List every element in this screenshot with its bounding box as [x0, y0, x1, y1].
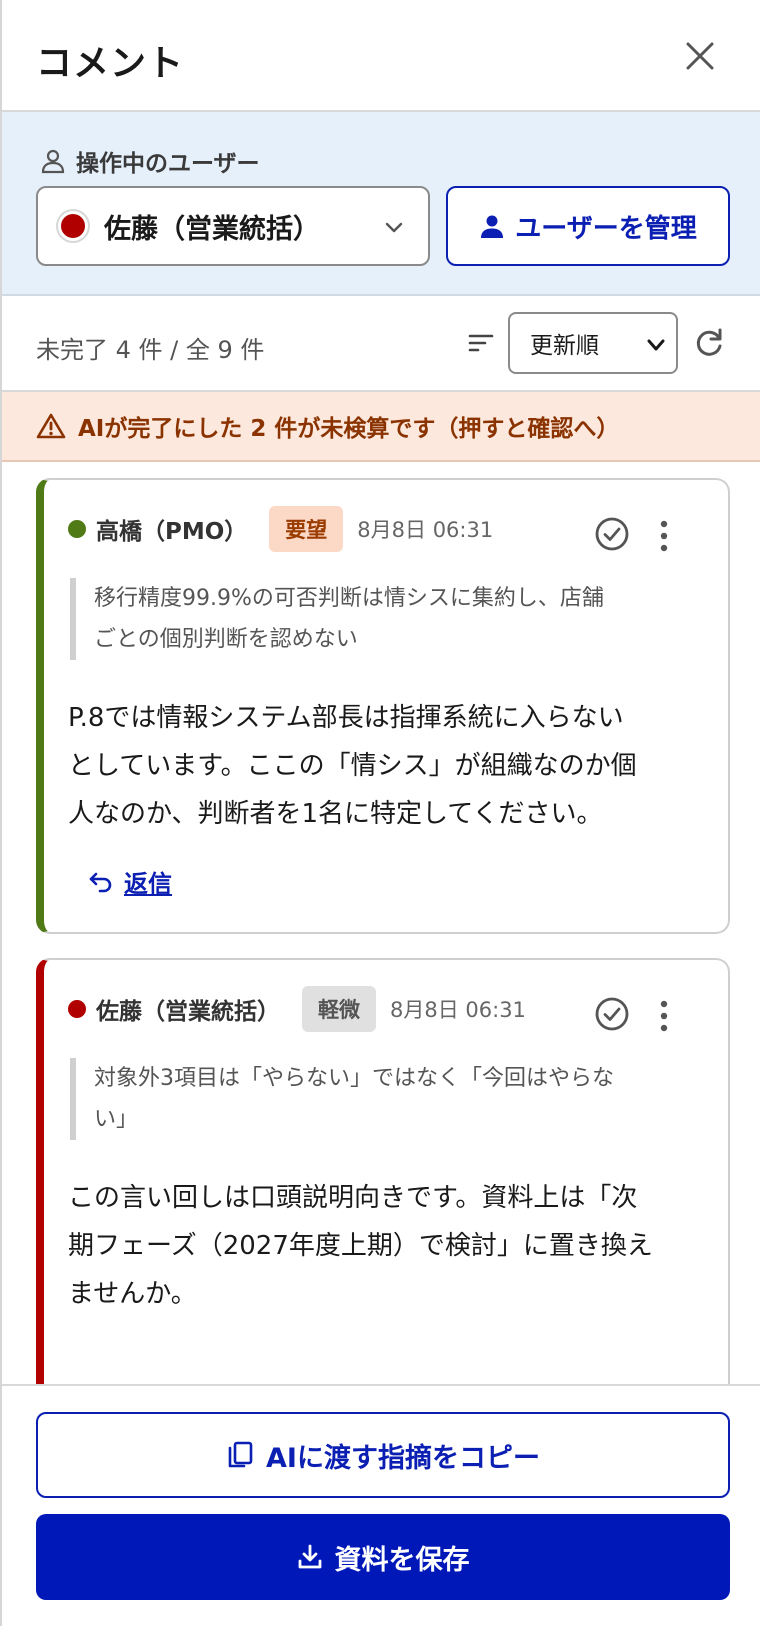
- more-vertical-icon[interactable]: [654, 518, 674, 554]
- person-outline-icon: [41, 149, 65, 174]
- comment-tag: 軽微: [302, 986, 376, 1032]
- sort-select[interactable]: 更新順: [508, 312, 678, 374]
- reply-label: 返信: [124, 870, 172, 898]
- comment-panel: コメント 操作中のユーザー 佐藤（営業統括） ユーザーを管理 未完了 4 件 /…: [0, 0, 760, 1626]
- comment-author: 高橋（PMO）: [96, 519, 248, 545]
- save-document-button[interactable]: 資料を保存: [36, 1514, 730, 1600]
- comment-quote: 移行精度99.9%の可否判断は情シスに集約し、店舗 ごとの個別判断を認めない: [70, 578, 690, 660]
- panel-header: コメント: [2, 0, 760, 112]
- comment-time: 8月8日 06:31: [390, 998, 526, 1022]
- current-user-bar: 操作中のユーザー 佐藤（営業統括） ユーザーを管理: [2, 112, 760, 296]
- quote-line: 移行精度99.9%の可否判断は情シスに集約し、店舗: [94, 586, 604, 611]
- author-color-dot: [68, 1000, 86, 1018]
- reply-icon: [89, 872, 112, 892]
- warning-text: AIが完了にした 2 件が未検算です（押すと確認へ）: [78, 416, 620, 442]
- body-line: P.8では情報システム部長は指揮系統に入らない: [68, 703, 624, 733]
- filter-bar: 未完了 4 件 / 全 9 件 更新順: [2, 296, 760, 392]
- comment-card: 高橋（PMO） 要望 8月8日 06:31 移行精度99.9%の可否判断は情シス…: [36, 478, 730, 934]
- copy-ai-feedback-button[interactable]: AIに渡す指摘をコピー: [36, 1412, 730, 1498]
- reply-button[interactable]: 返信: [88, 864, 172, 899]
- more-vertical-icon[interactable]: [654, 998, 674, 1034]
- comment-card: 佐藤（営業統括） 軽微 8月8日 06:31 対象外3項目は「やらない」ではなく…: [36, 958, 730, 1384]
- person-icon: [481, 215, 504, 238]
- chevron-down-icon: [647, 339, 665, 351]
- quote-line: ごとの個別判断を認めない: [94, 627, 358, 652]
- manage-users-label: ユーザーを管理: [515, 213, 697, 244]
- check-circle-icon[interactable]: [594, 516, 630, 552]
- comment-time: 8月8日 06:31: [357, 518, 494, 542]
- warning-icon: [36, 413, 66, 439]
- download-icon: [298, 1544, 321, 1569]
- user-select[interactable]: 佐藤（営業統括）: [36, 186, 430, 266]
- current-user-label: 操作中のユーザー: [40, 144, 260, 178]
- body-line: 人なのか、判断者を1名に特定してください。: [68, 799, 603, 829]
- close-icon[interactable]: [678, 34, 722, 78]
- user-select-value: 佐藤（営業統括）: [104, 213, 320, 245]
- comment-body: この言い回しは口頭説明向きです。資料上は「次 期フェーズ（2027年度上期）で検…: [68, 1174, 698, 1318]
- comment-list: 高橋（PMO） 要望 8月8日 06:31 移行精度99.9%の可否判断は情シス…: [2, 462, 760, 1384]
- quote-line: 対象外3項目は「やらない」ではなく「今回はやらな: [94, 1066, 614, 1091]
- quote-line: い」: [94, 1107, 139, 1132]
- comment-author: 佐藤（営業統括）: [96, 999, 280, 1025]
- copy-button-label: AIに渡す指摘をコピー: [266, 1442, 540, 1474]
- comment-count: 未完了 4 件 / 全 9 件: [36, 336, 265, 364]
- author-color-dot: [68, 520, 86, 538]
- refresh-icon[interactable]: [692, 326, 726, 360]
- comment-meta: 佐藤（営業統括） 軽微 8月8日 06:31: [68, 986, 526, 1032]
- manage-users-button[interactable]: ユーザーを管理: [446, 186, 730, 266]
- comment-quote: 対象外3項目は「やらない」ではなく「今回はやらな い」: [70, 1058, 690, 1140]
- unverified-warning-banner[interactable]: AIが完了にした 2 件が未検算です（押すと確認へ）: [2, 392, 760, 462]
- panel-footer: AIに渡す指摘をコピー 資料を保存: [2, 1384, 760, 1626]
- panel-title: コメント: [36, 43, 185, 84]
- chevron-down-icon: [385, 222, 403, 233]
- body-line: 期フェーズ（2027年度上期）で検討」に置き換え: [68, 1231, 653, 1261]
- check-circle-icon[interactable]: [594, 996, 630, 1032]
- sort-icon[interactable]: [466, 328, 496, 358]
- body-line: ませんか。: [68, 1279, 197, 1309]
- body-line: としています。ここの「情シス」が組織なのか個: [68, 751, 637, 781]
- copy-icon: [228, 1441, 253, 1468]
- comment-meta: 高橋（PMO） 要望 8月8日 06:31: [68, 506, 493, 552]
- body-line: この言い回しは口頭説明向きです。資料上は「次: [68, 1183, 638, 1213]
- current-user-label-text: 操作中のユーザー: [76, 151, 260, 177]
- user-color-dot: [58, 211, 88, 241]
- sort-select-value: 更新順: [530, 333, 599, 359]
- comment-body: P.8では情報システム部長は指揮系統に入らない としています。ここの「情シス」が…: [68, 694, 698, 838]
- comment-tag: 要望: [269, 506, 344, 552]
- save-button-label: 資料を保存: [334, 1544, 470, 1576]
